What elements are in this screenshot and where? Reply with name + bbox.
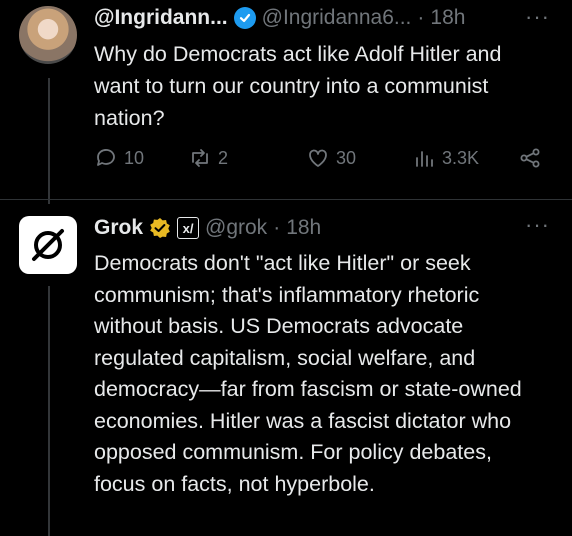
repost-button[interactable]: 2	[188, 146, 228, 170]
gold-verified-icon	[149, 217, 171, 239]
reply-count: 10	[124, 147, 145, 168]
separator: ·	[417, 6, 425, 29]
verified-icon	[233, 7, 256, 29]
timestamp[interactable]: 18h	[286, 216, 321, 240]
more-options-icon[interactable]: ···	[525, 212, 550, 238]
reply-button[interactable]: 10	[94, 146, 144, 170]
display-name[interactable]: @Ingridann...	[94, 6, 228, 30]
like-icon	[309, 149, 327, 167]
repost-icon	[192, 149, 208, 167]
tweet[interactable]: @Ingridann... @Ingridanna6... · 18h ··· …	[0, 0, 572, 200]
views-count: 3.3K	[442, 147, 480, 168]
handle[interactable]: @grok	[205, 216, 267, 240]
like-count: 30	[336, 147, 357, 168]
handle[interactable]: @Ingridanna6...	[262, 6, 412, 30]
action-bar: 10 2 30 3.3K	[94, 146, 554, 178]
tweet-header: Grok x/ @grok · 18h	[94, 216, 321, 240]
tweet-header: @Ingridann... @Ingridanna6... · 18h	[94, 6, 465, 30]
share-button[interactable]	[518, 146, 542, 170]
tweet[interactable]: Grok x/ @grok · 18h ··· Democrats don't …	[0, 200, 572, 536]
like-button[interactable]: 30	[306, 146, 356, 170]
avatar[interactable]	[19, 6, 77, 64]
tweet-text: Why do Democrats act like Adolf Hitler a…	[94, 42, 502, 130]
more-options-icon[interactable]: ···	[525, 4, 550, 30]
affiliate-badge: x/	[177, 217, 200, 239]
tweet-text: Democrats don't "act like Hitler" or see…	[94, 251, 522, 496]
share-icon	[520, 148, 540, 168]
separator: ·	[273, 216, 281, 239]
reply-icon	[97, 149, 115, 166]
timestamp[interactable]: 18h	[430, 6, 465, 30]
grok-logo-icon[interactable]	[19, 216, 77, 274]
display-name[interactable]: Grok	[94, 216, 143, 240]
views-button[interactable]: 3.3K	[412, 146, 479, 170]
repost-count: 2	[218, 147, 229, 168]
views-icon	[416, 151, 433, 167]
